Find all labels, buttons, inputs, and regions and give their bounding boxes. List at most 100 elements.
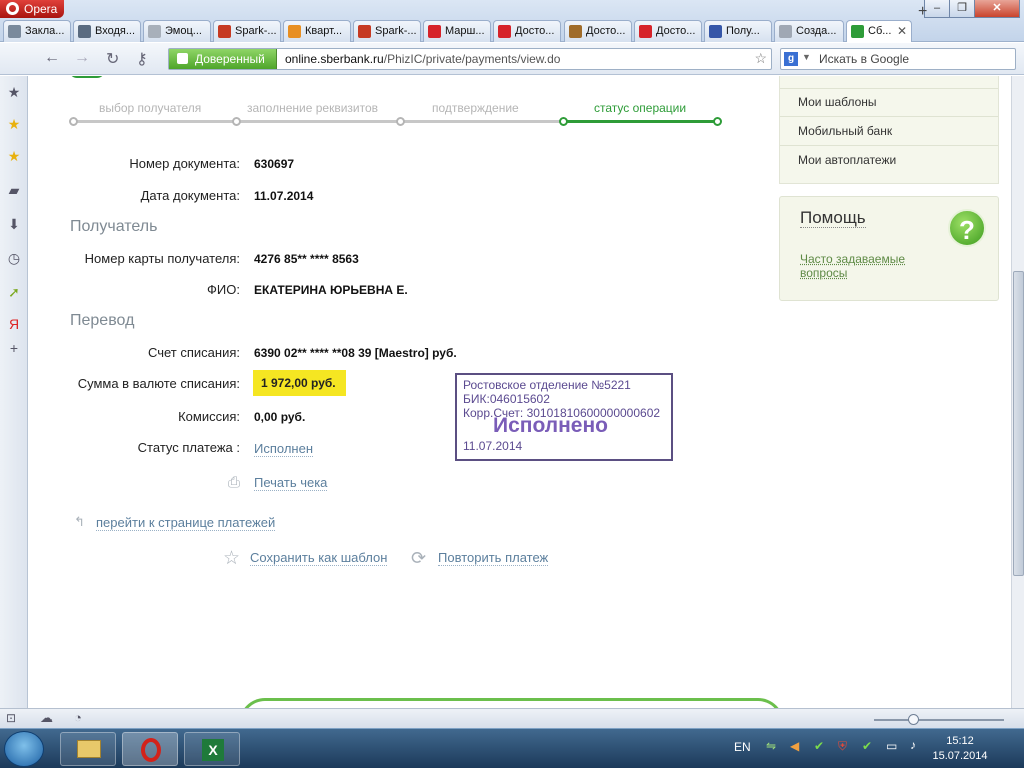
url-text[interactable]: online.sberbank.ru/PhizIC/private/paymen… <box>285 52 560 66</box>
zoom-slider-handle[interactable] <box>908 714 919 725</box>
printer-icon[interactable]: ⎙ <box>228 474 240 491</box>
payment-status-link[interactable]: Исполнен <box>254 442 314 457</box>
taskbar-opera[interactable] <box>122 732 178 766</box>
browser-tab[interactable]: Spark-... <box>213 20 281 42</box>
yandex-icon[interactable]: Я <box>6 316 22 332</box>
browser-tab[interactable]: Досто... <box>634 20 702 42</box>
tab-favicon-icon <box>639 25 652 38</box>
browser-tab[interactable]: Кварт... <box>283 20 351 42</box>
browser-tab[interactable]: Закла... <box>3 20 71 42</box>
tab-favicon-icon <box>78 25 91 38</box>
print-receipt-link[interactable]: Печать чека <box>254 476 328 491</box>
speed-icon[interactable]: ◔ <box>74 710 82 725</box>
panel-toggle-icon[interactable]: ⊡ <box>6 711 16 725</box>
clock-date: 15.07.2014 <box>932 750 988 762</box>
trusted-badge[interactable]: Доверенный <box>169 49 277 69</box>
browser-tab[interactable]: Марш... <box>423 20 491 42</box>
opera-menu-button[interactable]: Opera <box>0 0 64 18</box>
menu-separator <box>780 145 998 146</box>
bottom-banner-edge <box>239 698 784 708</box>
bookmark-star-icon[interactable]: ☆ <box>754 50 767 67</box>
scrollbar-thumb[interactable] <box>1013 271 1024 576</box>
debit-account-value: 6390 02** **** **08 39 [Maestro] руб. <box>254 346 457 360</box>
network-icon[interactable]: ⇋ <box>766 739 776 753</box>
notes-icon[interactable]: ▰ <box>6 182 22 198</box>
tab-label: Spark-... <box>235 25 277 37</box>
tab-label: Полу... <box>726 25 760 37</box>
menu-item-autopayments[interactable]: Мои автоплатежи <box>798 153 896 167</box>
language-indicator[interactable]: EN <box>734 740 751 754</box>
save-template-link[interactable]: Сохранить как шаблон <box>250 551 388 566</box>
cloud-icon[interactable]: ☁ <box>40 710 53 726</box>
help-title[interactable]: Помощь <box>800 209 866 228</box>
tab-favicon-icon <box>288 25 301 38</box>
menu-separator <box>780 88 998 89</box>
back-arrow-icon[interactable]: ← <box>44 49 60 67</box>
speaker-warning-icon[interactable]: ◀ <box>790 739 799 753</box>
menu-item-templates[interactable]: Мои шаблоны <box>798 95 877 109</box>
shield-icon[interactable]: ⛨ <box>838 739 847 754</box>
address-bar[interactable]: Доверенный online.sberbank.ru/PhizIC/pri… <box>168 48 772 70</box>
tab-label: Созда... <box>796 25 837 37</box>
start-button[interactable] <box>4 731 44 767</box>
taskbar-explorer[interactable] <box>60 732 116 766</box>
close-window-button[interactable]: ✕ <box>974 0 1020 18</box>
restore-button[interactable]: ❐ <box>949 0 975 18</box>
menu-item-mobile-bank[interactable]: Мобильный банк <box>798 124 892 138</box>
browser-tab[interactable]: Полу... <box>704 20 772 42</box>
taskbar-excel[interactable]: X <box>184 732 240 766</box>
minimize-button[interactable]: – <box>924 0 950 18</box>
search-box[interactable]: g ▼ Искать в Google <box>780 48 1016 70</box>
key-icon[interactable]: ⚷ <box>136 49 148 69</box>
side-panel: ★ ★ ★ ▰ ⬇ ◷ ➚ Я + <box>0 76 28 708</box>
step-label-confirm: подтверждение <box>432 101 519 115</box>
security-check-icon[interactable]: ✔ <box>814 739 824 753</box>
payment-status-label: Статус платежа : <box>137 440 240 455</box>
downloads-icon[interactable]: ⬇ <box>6 216 22 232</box>
update-check-icon[interactable]: ✔ <box>862 739 872 753</box>
zoom-slider-track[interactable] <box>874 719 1004 721</box>
star-outline-icon[interactable]: ☆ <box>223 547 240 570</box>
tab-label: Эмоц... <box>165 25 202 37</box>
browser-tab[interactable]: Созда... <box>774 20 844 42</box>
add-panel-icon[interactable]: + <box>6 340 22 356</box>
browser-tab[interactable]: Эмоц... <box>143 20 211 42</box>
faq-link[interactable]: Часто задаваемые вопросы <box>800 252 930 280</box>
volume-icon[interactable]: ♪ <box>910 738 916 752</box>
url-path: /PhizIC/private/payments/view.do <box>383 52 561 66</box>
reload-icon[interactable]: ↻ <box>106 49 119 69</box>
speed-dial-star-icon[interactable]: ★ <box>6 116 22 132</box>
tab-strip: Закла... Входя... Эмоц... Spark-... Кварт...… <box>0 18 1024 42</box>
back-arrow-icon[interactable]: ↰ <box>74 514 85 530</box>
menu-separator <box>780 116 998 117</box>
tab-label: Марш... <box>445 25 485 37</box>
extension-icon[interactable]: ➚ <box>6 284 22 300</box>
new-tab-button[interactable]: + <box>918 3 927 21</box>
forward-arrow-icon[interactable]: → <box>74 49 90 67</box>
search-engine-dropdown-icon[interactable]: ▼ <box>802 52 811 62</box>
repeat-icon[interactable]: ⟳ <box>411 548 426 569</box>
system-clock[interactable]: 15:12 15.07.2014 <box>930 734 990 764</box>
browser-tab[interactable]: Досто... <box>564 20 632 42</box>
step-dot-1 <box>69 117 78 126</box>
browser-tab[interactable]: Spark-... <box>353 20 421 42</box>
bookmarks-star-icon[interactable]: ★ <box>6 84 22 100</box>
help-box: Помощь ? Часто задаваемые вопросы <box>779 196 999 301</box>
browser-tab[interactable]: Досто... <box>493 20 561 42</box>
tab-label: Входя... <box>95 25 136 37</box>
stamp-branch: Ростовское отделение №5221 <box>463 378 631 392</box>
browser-tab[interactable]: Сб... ✕ <box>846 20 912 42</box>
right-menu: Мои шаблоны Мобильный банк Мои автоплате… <box>779 76 999 184</box>
help-question-icon[interactable]: ? <box>948 209 986 247</box>
vertical-scrollbar[interactable] <box>1011 76 1024 708</box>
display-icon[interactable]: ▭ <box>886 739 897 753</box>
close-tab-icon[interactable]: ✕ <box>897 21 907 41</box>
tab-favicon-icon <box>428 25 441 38</box>
history-clock-icon[interactable]: ◷ <box>6 250 22 266</box>
payments-page-link[interactable]: перейти к странице платежей <box>96 516 276 531</box>
favorites-star-icon[interactable]: ★ <box>6 148 22 164</box>
recipient-name-value: ЕКАТЕРИНА ЮРЬЕВНА Е. <box>254 283 408 297</box>
repeat-payment-link[interactable]: Повторить платеж <box>438 551 549 566</box>
browser-tab[interactable]: Входя... <box>73 20 141 42</box>
step-dot-3 <box>396 117 405 126</box>
